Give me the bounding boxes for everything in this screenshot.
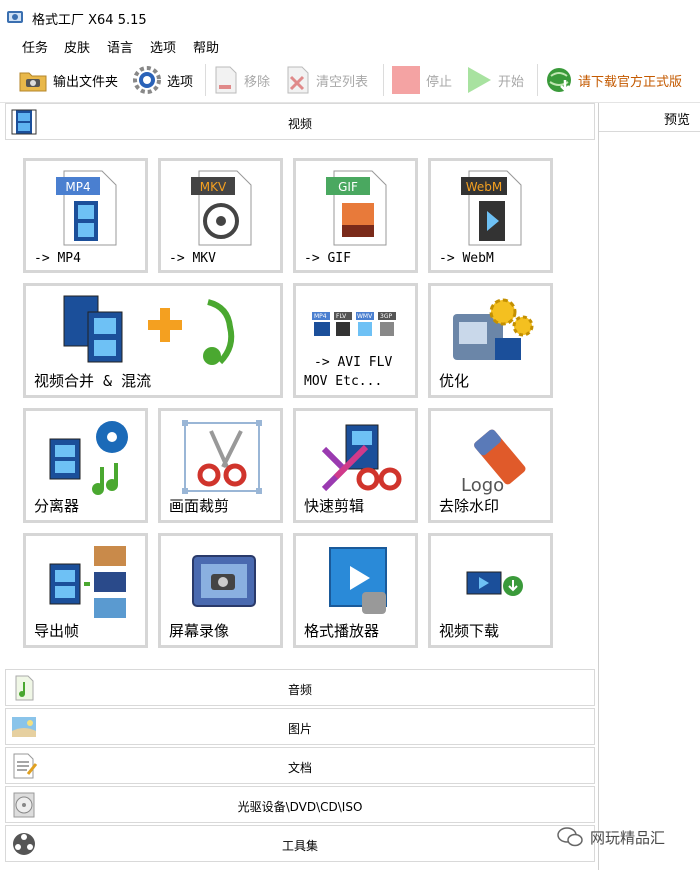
svg-text:GIF: GIF (338, 180, 358, 194)
gear-icon (133, 66, 161, 94)
tile-label: -> WebM (439, 251, 494, 266)
tile-quick-clip[interactable]: 快速剪辑 (293, 408, 418, 523)
stop-button[interactable]: 停止 (391, 64, 452, 96)
tile-export-frames[interactable]: 导出帧 (23, 533, 148, 648)
tile-label-line1: -> AVI FLV (314, 355, 393, 370)
menu-skin[interactable]: 皮肤 (64, 37, 90, 56)
tile-label: 优化 (439, 372, 470, 390)
menu-bar: 任务 皮肤 语言 选项 帮助 (0, 34, 700, 58)
stop-icon (392, 66, 420, 94)
screen-record-icon (192, 555, 256, 607)
options-button[interactable]: 选项 (132, 64, 193, 96)
remove-button[interactable]: 移除 (213, 64, 270, 96)
tile-label: 导出帧 (34, 622, 80, 640)
tile-crop[interactable]: 画面裁剪 (158, 408, 283, 523)
quick-clip-icon (321, 424, 402, 492)
wechat-icon (557, 827, 583, 847)
svg-text:Logo: Logo (461, 475, 504, 496)
tile-label: 视频下载 (439, 622, 500, 640)
tile-to-avi-flv-mov[interactable]: MP4 FLV WMV 3GP -> AVI FLV MOV Etc... (293, 283, 418, 398)
tile-video-download[interactable]: 视频下载 (428, 533, 553, 648)
preview-header: 预览 (599, 103, 700, 132)
tile-label: 视频合并 & 混流 (34, 372, 152, 390)
tile-merge-mux[interactable]: 视频合并 & 混流 (23, 283, 283, 398)
toolbar-separator (383, 64, 384, 96)
tile-optimize[interactable]: 优化 (428, 283, 553, 398)
menu-help[interactable]: 帮助 (193, 37, 219, 56)
export-frames-icon (49, 546, 126, 618)
preview-label: 预览 (663, 113, 690, 128)
svg-text:FLV: FLV (336, 313, 347, 320)
window-title: 格式工厂 X64 5.15 (32, 13, 147, 28)
watermark: 网玩精品汇 (556, 826, 665, 848)
clear-list-button[interactable]: 清空列表 (285, 64, 368, 96)
remove-document-icon (215, 66, 237, 94)
tile-label: 画面裁剪 (169, 497, 230, 515)
toolbar: 输出文件夹 选项 移除 清空列表 停止 开始 请下载官方正式版 (0, 58, 700, 103)
tile-remove-watermark[interactable]: Logo 去除水印 (428, 408, 553, 523)
menu-task[interactable]: 任务 (22, 37, 48, 56)
category-document-header[interactable]: 文档 (5, 747, 595, 784)
tile-label: -> AVI FLV MOV Etc... (304, 353, 392, 391)
tile-splitter[interactable]: 分离器 (23, 408, 148, 523)
gif-file-icon: GIF (326, 170, 387, 246)
svg-text:WebM: WebM (466, 180, 503, 194)
menu-options[interactable]: 选项 (150, 37, 176, 56)
tile-label: 快速剪辑 (304, 497, 365, 515)
output-folder-button[interactable]: 输出文件夹 (18, 64, 118, 96)
tile-to-mp4[interactable]: MP4 -> MP4 (23, 158, 148, 273)
tile-label: -> MKV (169, 251, 216, 266)
start-button[interactable]: 开始 (465, 64, 524, 96)
mkv-file-icon: MKV (191, 170, 252, 246)
tile-format-player[interactable]: 格式播放器 (293, 533, 418, 648)
tile-to-gif[interactable]: GIF -> GIF (293, 158, 418, 273)
category-video-header[interactable]: 视频 (5, 103, 595, 140)
optimize-gears-icon (453, 298, 534, 360)
player-icon (329, 547, 387, 614)
tile-to-mkv[interactable]: MKV -> MKV (158, 158, 283, 273)
tile-to-webm[interactable]: WebM -> WebM (428, 158, 553, 273)
tile-label: 分离器 (34, 497, 80, 515)
category-tools-header[interactable]: 工具集 (5, 825, 595, 862)
folder-icon (19, 72, 47, 92)
toolbar-separator (537, 64, 538, 96)
tile-screen-record[interactable]: 屏幕录像 (158, 533, 283, 648)
tile-label-line2: MOV Etc... (304, 374, 383, 389)
category-disc-header[interactable]: 光驱设备\DVD\CD\ISO (5, 786, 595, 823)
category-panel: 视频 MP4 -> MP4 MKV -> MKV GIF -> GIF WebM… (0, 103, 599, 870)
download-official-button[interactable]: 请下载官方正式版 (545, 64, 682, 96)
globe-download-icon (547, 68, 571, 92)
title-bar: 格式工厂 X64 5.15 (0, 0, 700, 34)
video-download-icon (466, 571, 523, 596)
crop-scissors-icon (182, 420, 262, 494)
tile-label: 屏幕录像 (169, 622, 230, 640)
watermark-text: 网玩精品汇 (590, 828, 666, 847)
svg-text:MP4: MP4 (314, 313, 327, 320)
svg-text:WMV: WMV (357, 313, 373, 320)
toolbar-separator (205, 64, 206, 96)
clear-list-icon (287, 66, 309, 94)
tile-label: 去除水印 (439, 497, 500, 515)
svg-text:MKV: MKV (200, 180, 227, 194)
menu-language[interactable]: 语言 (107, 37, 133, 56)
webm-file-icon: WebM (461, 170, 522, 246)
tile-label: -> MP4 (34, 251, 81, 266)
category-image-header[interactable]: 图片 (5, 708, 595, 745)
category-audio-header[interactable]: 音频 (5, 669, 595, 706)
play-icon (468, 67, 491, 93)
splitter-icon (49, 421, 128, 495)
format-factory-app-icon (7, 11, 23, 23)
svg-text:MP4: MP4 (65, 180, 90, 194)
preview-panel: 预览 (599, 103, 700, 870)
mp4-file-icon: MP4 (56, 170, 117, 246)
eraser-logo-icon: Logo (461, 429, 526, 496)
tile-label: -> GIF (304, 251, 351, 266)
svg-text:3GP: 3GP (380, 313, 392, 320)
merge-films-music-icon (63, 295, 235, 365)
tile-label: 格式播放器 (304, 622, 380, 640)
